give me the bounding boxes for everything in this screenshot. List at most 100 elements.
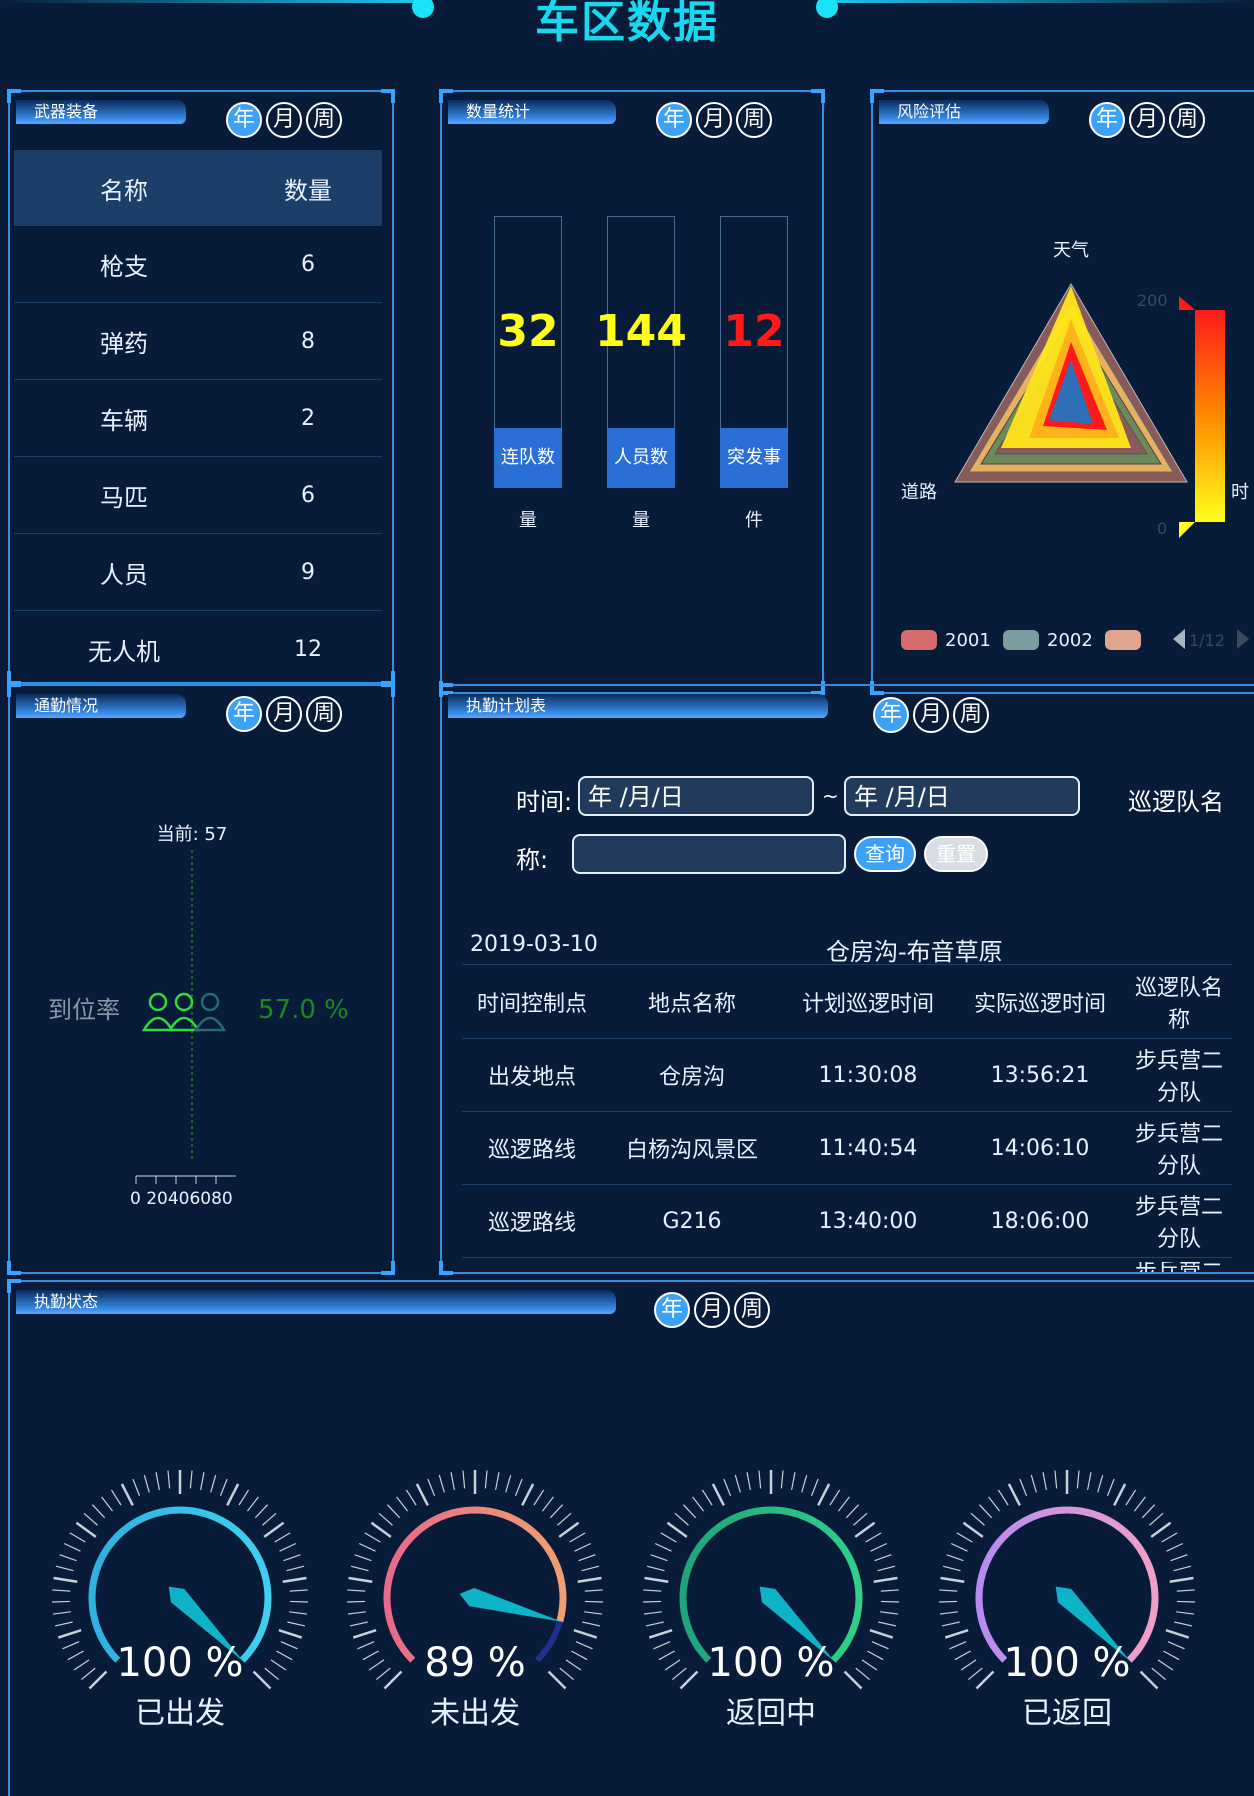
gauge-tick bbox=[53, 1576, 78, 1583]
gauge-tick bbox=[692, 1496, 705, 1512]
period-month[interactable]: 月 bbox=[266, 102, 302, 138]
period-year[interactable]: 年 bbox=[226, 102, 262, 138]
gauge-tick bbox=[746, 1472, 751, 1491]
stat-label-wrap: 件 bbox=[745, 510, 763, 531]
gauge-tick bbox=[573, 1628, 598, 1639]
table-row: 巡逻路线 白杨沟风景区 11:40:54 14:06:10 步兵营二分队 bbox=[462, 1112, 1232, 1185]
period-week[interactable]: 周 bbox=[1169, 102, 1205, 138]
gauge-tick bbox=[283, 1554, 301, 1562]
cell-plan-time: 13:40:00 bbox=[818, 1208, 918, 1234]
gauge-tick bbox=[870, 1542, 888, 1552]
gauge-tick bbox=[54, 1621, 73, 1627]
attendance-percent: 57.0 % bbox=[258, 995, 349, 1025]
gauge-tick bbox=[962, 1521, 984, 1538]
column-header: 计划巡逻时间 bbox=[801, 992, 934, 1017]
gauge-tick bbox=[405, 1489, 417, 1506]
gauge-value-arc bbox=[679, 1506, 863, 1663]
gauge-value-arc bbox=[88, 1506, 272, 1663]
gauge-tick bbox=[514, 1478, 523, 1496]
period-week[interactable]: 周 bbox=[734, 1292, 770, 1328]
risk-period-switch: 年 月 周 bbox=[1089, 102, 1205, 138]
status-period-switch: 年 月 周 bbox=[654, 1292, 770, 1328]
gauge-tick bbox=[1076, 1470, 1080, 1489]
period-year[interactable]: 年 bbox=[654, 1292, 690, 1328]
gauge-tick bbox=[829, 1489, 841, 1506]
gauge-tick bbox=[63, 1542, 81, 1552]
weapons-period-switch: 年 月 周 bbox=[226, 102, 342, 138]
equipment-count: 6 bbox=[301, 482, 315, 508]
cell-team: 步兵营二分队 bbox=[1134, 1195, 1223, 1252]
team-name-input[interactable] bbox=[572, 834, 846, 874]
gauge-tick bbox=[853, 1512, 868, 1526]
period-week[interactable]: 周 bbox=[306, 102, 342, 138]
query-button[interactable]: 查询 bbox=[854, 836, 916, 872]
person-icon-1 bbox=[141, 992, 175, 1032]
equipment-count: 12 bbox=[294, 636, 322, 662]
period-month[interactable]: 月 bbox=[694, 1292, 730, 1328]
period-month[interactable]: 月 bbox=[696, 102, 732, 138]
gauge-tick bbox=[845, 1504, 860, 1519]
gauge-tick bbox=[120, 1483, 134, 1506]
gauge-tick bbox=[484, 1470, 488, 1489]
period-year[interactable]: 年 bbox=[226, 696, 262, 732]
page-title: 车区数据 bbox=[535, 0, 719, 48]
legend-label-2002: 2002 bbox=[1047, 630, 1093, 651]
gauge-tick bbox=[69, 1532, 86, 1543]
gauge-tick bbox=[646, 1565, 665, 1572]
period-month[interactable]: 月 bbox=[266, 696, 302, 732]
gauge-tick bbox=[347, 1611, 366, 1615]
gauge-tick bbox=[91, 1504, 106, 1519]
gauge-tick bbox=[1174, 1621, 1193, 1627]
gauge-tick bbox=[791, 1472, 796, 1491]
cell-plan-time: 11:30:08 bbox=[818, 1062, 918, 1088]
column-header-count: 数量 bbox=[284, 176, 332, 205]
period-year[interactable]: 年 bbox=[873, 697, 909, 733]
gauge-tick bbox=[939, 1611, 958, 1615]
gauge-tick bbox=[462, 1470, 466, 1489]
date-to-input[interactable]: 年 /月/日 bbox=[844, 776, 1080, 816]
team-name-label-wrap: 称: bbox=[516, 846, 549, 874]
period-year[interactable]: 年 bbox=[1089, 102, 1125, 138]
period-year[interactable]: 年 bbox=[656, 102, 692, 138]
period-week[interactable]: 周 bbox=[736, 102, 772, 138]
plan-table-overflow: 步兵营二 bbox=[1126, 1262, 1232, 1272]
gauge-percent-departed: 100 % bbox=[116, 1640, 244, 1686]
column-header: 巡逻队名称 bbox=[1134, 976, 1223, 1033]
gauge-tick bbox=[350, 1565, 369, 1572]
stat-label: 连队数 bbox=[494, 428, 562, 488]
period-month[interactable]: 月 bbox=[913, 697, 949, 733]
period-week[interactable]: 周 bbox=[306, 696, 342, 732]
gauge-tick bbox=[364, 1532, 381, 1543]
gauge-tick bbox=[287, 1621, 306, 1627]
gauge-tick bbox=[978, 1504, 993, 1519]
cell-team: 步兵营二分队 bbox=[1134, 1049, 1223, 1106]
gauge-tick bbox=[210, 1474, 217, 1493]
column-header-name: 名称 bbox=[100, 176, 148, 205]
plan-route-header: 2019-03-10 仓房沟-布音草原 bbox=[462, 928, 1232, 966]
gauge-tick bbox=[1087, 1472, 1092, 1491]
attendance-label: 到位率 bbox=[48, 996, 120, 1024]
reset-button[interactable]: 重置 bbox=[924, 836, 988, 872]
gauge-tick bbox=[143, 1474, 150, 1493]
gauge-tick bbox=[57, 1628, 82, 1639]
gauge-tick bbox=[758, 1470, 762, 1489]
gauge-tick bbox=[289, 1600, 308, 1603]
period-week[interactable]: 周 bbox=[953, 697, 989, 733]
table-row: 出发地点 仓房沟 11:30:08 13:56:21 步兵营二分队 bbox=[462, 1039, 1232, 1112]
attendance-period-switch: 年 月 周 bbox=[226, 696, 342, 732]
gauge-name-returning: 返回中 bbox=[726, 1696, 816, 1731]
date-from-input[interactable]: 年 /月/日 bbox=[578, 776, 814, 816]
period-month[interactable]: 月 bbox=[1129, 102, 1165, 138]
table-row: 人员 9 bbox=[14, 534, 382, 611]
equipment-name: 车辆 bbox=[100, 406, 148, 435]
gauge-tick bbox=[226, 1483, 240, 1506]
gauge-tick bbox=[880, 1600, 899, 1603]
gauge-tick bbox=[569, 1532, 586, 1543]
gauge-tick bbox=[533, 1489, 545, 1506]
gauge-tick bbox=[396, 1496, 409, 1512]
legend-swatch-next bbox=[1105, 630, 1141, 650]
gauge-tick bbox=[521, 1483, 535, 1506]
gauge-tick bbox=[950, 1542, 968, 1552]
gauge-tick bbox=[1030, 1474, 1037, 1493]
cell-actual-time: 18:06:00 bbox=[990, 1208, 1090, 1234]
